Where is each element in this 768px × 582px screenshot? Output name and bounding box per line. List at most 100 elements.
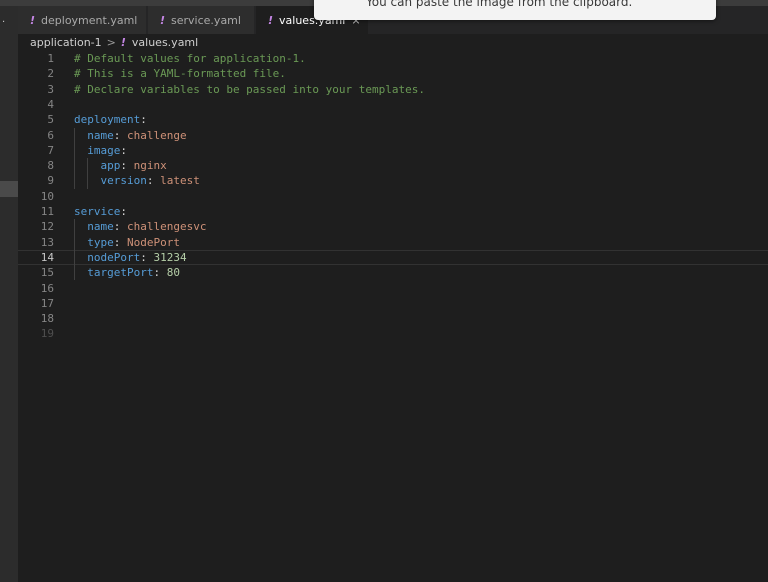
line-number: 15 [40,266,54,280]
code-token: challengesvc [127,220,207,234]
yaml-file-icon: ! [268,13,274,27]
line-number: 17 [40,296,54,310]
code-token: : [120,143,127,157]
code-line[interactable]: 7 image: [18,143,768,158]
toast-message: You can paste the image from the clipboa… [366,0,633,9]
code-token: name [87,220,114,234]
line-code: deployment: [74,112,147,127]
line-code: nodePort: 31234 [74,250,187,264]
indent-guide [74,219,75,281]
code-line[interactable]: 18 [18,311,768,326]
code-line[interactable]: 4 [18,97,768,112]
chevron-right-icon: > [106,35,116,49]
line-number: 13 [40,235,54,249]
line-code: # This is a YAML-formatted file. [74,66,286,81]
code-line[interactable]: 9 version: latest [18,173,768,188]
line-code: name: challenge [74,128,187,143]
code-token: version [100,174,147,188]
line-number: 8 [47,159,54,173]
code-line[interactable]: 14 nodePort: 31234 [18,249,768,266]
code-token: 31234 [153,250,187,264]
code-token: : [140,250,154,264]
code-token: : [113,220,127,234]
code-token: : [120,159,134,173]
code-line[interactable]: 8 app: nginx [18,158,768,173]
code-editor[interactable]: 1 # Default values for application-1. 2 # T… [18,51,768,582]
activity-bar: · [0,6,18,582]
indent-guide [74,127,75,189]
code-line[interactable]: 6 name: challenge [18,128,768,143]
code-token: # This is a YAML-formatted file. [74,67,286,81]
line-number: 19 [40,327,54,341]
code-line[interactable]: 17 [18,296,768,311]
line-number: 6 [47,128,54,142]
code-token: app [100,159,121,173]
line-number: 18 [40,312,54,326]
breadcrumb-file[interactable]: values.yaml [132,36,198,49]
line-number: 2 [47,67,54,81]
code-token: : [140,113,147,127]
line-code: # Default values for application-1. [74,51,306,66]
line-number: 11 [40,205,54,218]
line-number: 10 [40,189,54,203]
code-token: name [87,128,114,142]
line-code: service: [74,204,127,219]
activity-bar-dot: · [2,17,6,28]
code-line[interactable]: 13 type: NodePort [18,235,768,250]
line-number: 3 [47,82,54,96]
yaml-file-icon: ! [30,13,36,27]
code-token: deployment [74,113,141,127]
tab-service-yaml[interactable]: ! service.yaml [148,6,254,34]
code-token: : [113,235,127,249]
code-token: : [146,174,161,188]
code-token: nodePort [87,250,141,264]
tab-deployment-yaml[interactable]: ! deployment.yaml [18,6,146,34]
code-token: image [87,143,121,157]
line-code: targetPort: 80 [74,265,180,280]
line-code: type: NodePort [74,235,180,250]
tab-label: deployment.yaml [41,13,138,27]
code-token: nginx [133,159,167,173]
breadcrumb: application-1 > ! values.yaml [30,35,198,49]
line-number: 5 [47,113,54,127]
code-token: type [87,235,114,249]
code-token: targetPort [87,266,154,280]
notification-toast[interactable]: You can paste the image from the clipboa… [314,0,716,20]
code-line[interactable]: 10 [18,189,768,204]
code-token: challenge [127,128,187,142]
line-number: 1 [47,52,54,65]
code-line[interactable]: 1 # Default values for application-1. [18,51,768,66]
code-line[interactable]: 15 targetPort: 80 [18,265,768,280]
line-code: name: challengesvc [74,219,206,234]
activity-bar-highlight[interactable] [0,181,18,197]
line-number: 4 [47,97,54,111]
tab-label: service.yaml [171,13,241,27]
yaml-file-icon: ! [160,13,166,27]
code-token: # Default values for application-1. [74,52,306,65]
code-line[interactable]: 11 service: [18,204,768,219]
code-token: latest [160,174,200,188]
line-number: 12 [40,220,54,234]
code-line[interactable]: 12 name: challengesvc [18,219,768,234]
code-line[interactable]: 19 [18,326,768,341]
code-token: : [153,266,167,280]
code-line[interactable]: 3 # Declare variables to be passed into y… [18,82,768,97]
code-line[interactable]: 2 # This is a YAML-formatted file. [18,66,768,81]
yaml-file-icon: ! [120,35,126,49]
code-line[interactable]: 5 deployment: [18,112,768,127]
code-token: service [74,205,121,218]
code-line[interactable]: 16 [18,281,768,296]
code-token: : [120,205,127,218]
line-number: 16 [40,281,54,295]
breadcrumb-folder[interactable]: application-1 [30,36,102,49]
indent-guide [87,158,89,189]
line-number: 9 [47,174,54,188]
line-code: # Declare variables to be passed into yo… [74,82,425,97]
line-number: 7 [47,143,54,157]
code-token: NodePort [127,235,180,249]
